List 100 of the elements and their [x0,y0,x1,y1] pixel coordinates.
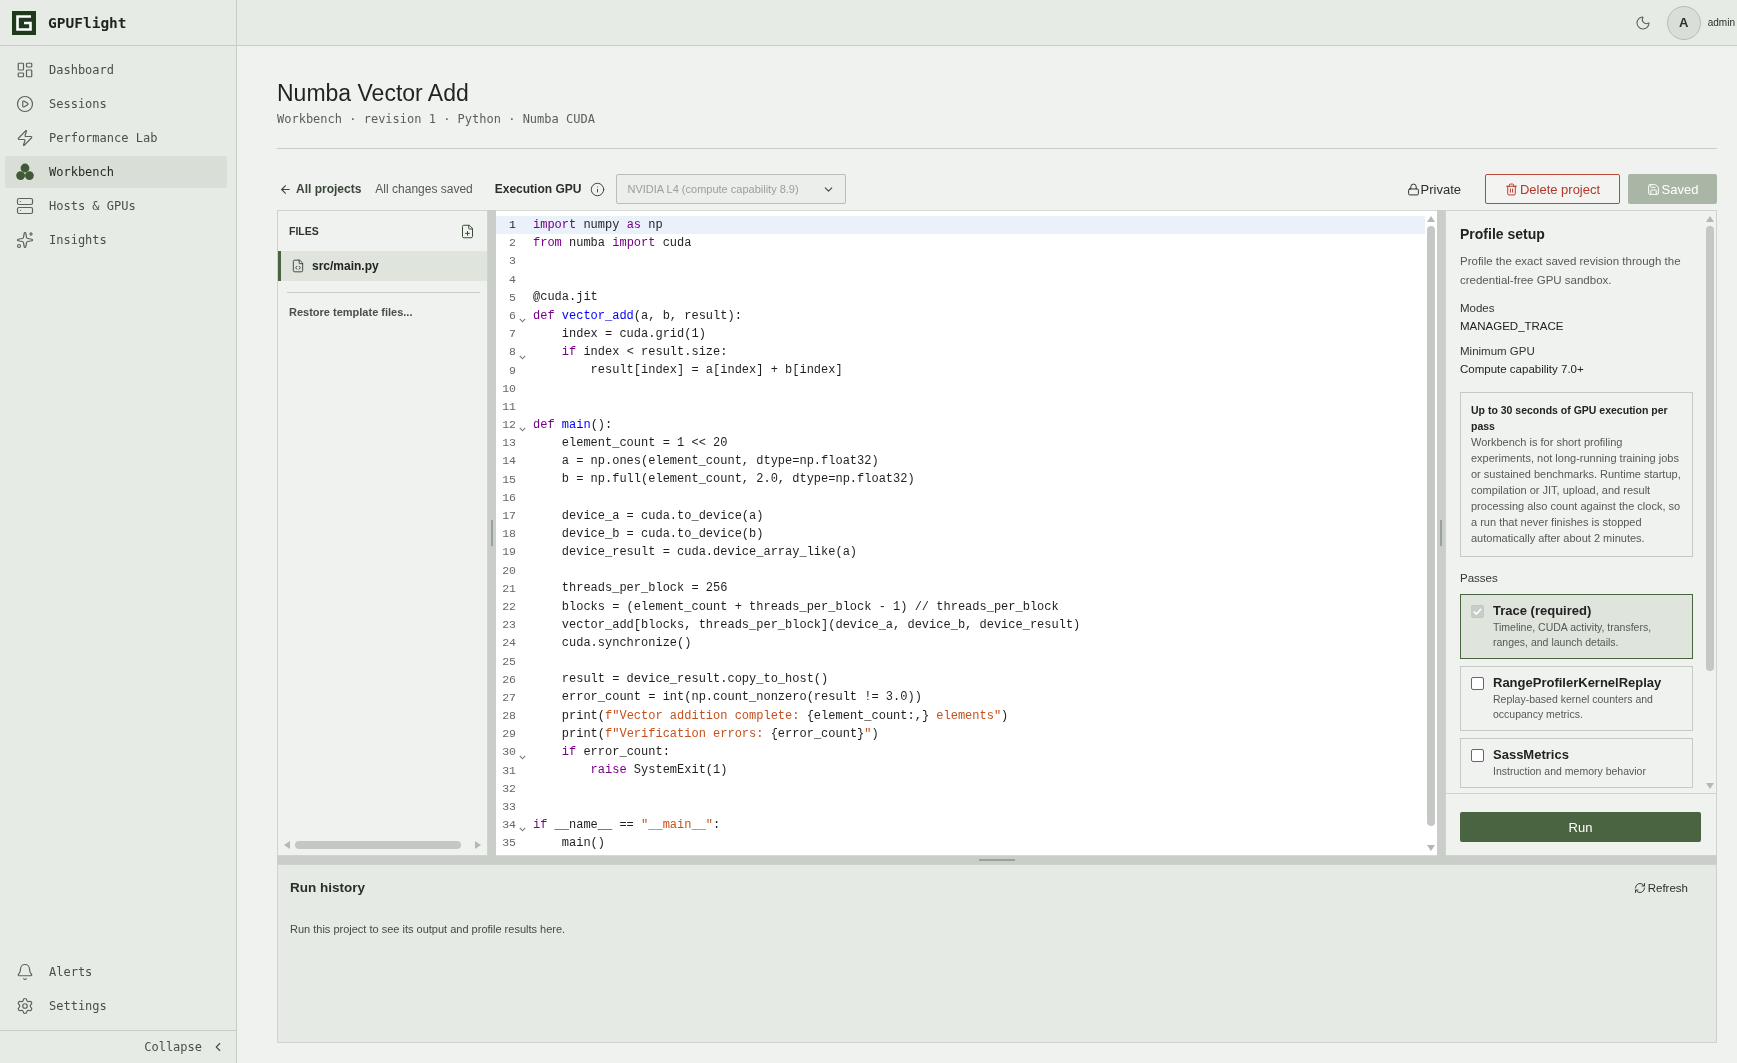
pass-card[interactable]: RangeProfilerKernelReplay Replay-based kernel counters and occupancy metrics. [1460,666,1693,731]
refresh-icon [1633,882,1646,894]
line-number: 28 [501,708,516,725]
files-heading: FILES [289,225,319,237]
line-number: 30 [501,744,516,761]
brand-name: GPUFlight [48,14,127,31]
nav-item[interactable]: Sessions [5,88,227,120]
new-file-icon[interactable] [460,223,475,239]
back-link[interactable]: All projects [279,182,362,196]
visibility-toggle[interactable]: Private [1406,181,1461,197]
line-number: 22 [501,598,516,615]
nav-item[interactable]: Performance Lab [5,122,227,154]
nav-item[interactable]: Workbench [5,156,227,188]
play-circle-icon [16,95,34,113]
nav-item[interactable]: Insights [5,224,227,256]
fold-chevron-icon[interactable] [518,318,526,324]
pass-name: RangeProfilerKernelReplay [1493,674,1662,692]
code-line: print(f"Verification errors: {error_count}") [561,726,879,742]
code-line: error_count = int(np.count_nonzero(result != 3.0)) [561,690,922,706]
arrow-down-icon[interactable] [1427,845,1435,851]
arrow-down-icon[interactable] [1706,783,1714,789]
nav-item[interactable]: Alerts [5,956,227,988]
code-line: element_count = 1 << 20 [561,435,728,451]
code-line: a = np.ones(element_count, dtype=np.float32) [561,454,879,470]
line-number: 35 [501,835,516,852]
avatar[interactable]: A [1666,5,1701,40]
logo-icon [12,10,36,35]
delete-project-button[interactable]: Delete project [1485,174,1620,204]
code-line: if __name__ == "__main__": [533,817,721,833]
code-line: from numba import cuda [533,235,692,251]
arrow-left-icon[interactable] [284,841,290,849]
sparkles-icon [16,231,34,249]
line-number: 12 [501,417,516,434]
line-number: 31 [501,762,516,779]
check-icon [1473,608,1482,615]
trash-icon [1504,182,1518,196]
line-number: 25 [501,653,516,670]
run-button[interactable]: Run [1460,812,1701,842]
resize-handle[interactable] [277,856,1717,864]
resize-handle[interactable] [488,210,496,856]
resize-handle[interactable] [1437,210,1445,856]
code-line: main() [561,835,606,851]
cluster-icon [16,163,34,181]
user-name: admin [1707,17,1735,28]
pass-name: SassMetrics [1493,746,1569,764]
checkbox[interactable] [1471,677,1484,690]
nav-item[interactable]: Hosts & GPUs [5,190,227,222]
panel-title: Profile setup [1460,225,1545,243]
line-number: 14 [501,453,516,470]
arrow-right-icon[interactable] [475,841,481,849]
scrollbar-thumb[interactable] [295,841,461,849]
fold-chevron-icon[interactable] [518,827,526,833]
dashboard-icon [16,61,34,79]
section-title: Run history [290,879,365,897]
pass-description: Replay-based kernel counters and occupancy metrics. [1493,692,1654,722]
line-number: 17 [501,508,516,524]
arrow-left-icon [279,182,292,196]
line-number: 2 [508,235,516,252]
code-file-icon [291,259,305,273]
line-number: 33 [501,799,516,815]
info-icon[interactable] [590,181,606,197]
gpu-label: Execution GPU [494,182,582,196]
refresh-button[interactable]: Refresh [1633,882,1688,894]
field-label: Minimum GPU [1460,344,1535,359]
nav-item[interactable]: Dashboard [5,54,227,86]
line-number: 27 [501,689,516,706]
passes-label: Passes [1460,571,1498,586]
line-number: 8 [508,344,516,361]
scrollbar-thumb[interactable] [1427,226,1435,826]
arrow-up-icon[interactable] [1427,216,1435,222]
line-number: 5 [508,289,516,306]
theme-toggle[interactable] [1634,14,1651,31]
code-line: device_result = cuda.device_array_like(a) [561,544,858,560]
line-number: 23 [501,617,516,634]
collapse-button[interactable]: Collapse [144,1040,225,1054]
lock-icon [1406,182,1420,196]
line-number: 24 [501,635,516,652]
field-value: MANAGED_TRACE [1460,319,1564,334]
checkbox[interactable] [1471,749,1484,762]
line-number: 4 [508,271,516,288]
fold-chevron-icon[interactable] [518,354,526,360]
code-line: if error_count: [561,745,670,761]
nav-item[interactable]: Settings [5,990,227,1022]
pass-card[interactable]: SassMetrics Instruction and memory behavior [1460,738,1693,788]
empty-state-text: Run this project to see its output and profile results here. [290,922,566,937]
arrow-up-icon[interactable] [1706,216,1714,222]
line-number: 26 [501,671,516,688]
line-number: 29 [501,726,516,743]
scrollbar-thumb[interactable] [1706,226,1714,671]
fold-chevron-icon[interactable] [518,427,526,433]
pass-description: Timeline, CUDA activity, transfers, ranges, and launch details. [1493,620,1653,650]
restore-templates-link[interactable]: Restore template files... [289,306,413,318]
page-subtitle: Workbench · revision 1 · Python · Numba CUDA [277,111,595,127]
line-number: 15 [501,471,516,488]
fold-chevron-icon[interactable] [518,754,526,760]
moon-icon [1634,14,1651,31]
file-item[interactable]: src/main.py [278,251,487,281]
code-line: print(f"Vector addition complete: {element_count:,} elements") [561,708,1009,724]
code-line: import numpy as np [533,217,663,233]
code-line: def vector_add(a, b, result): [533,308,742,324]
